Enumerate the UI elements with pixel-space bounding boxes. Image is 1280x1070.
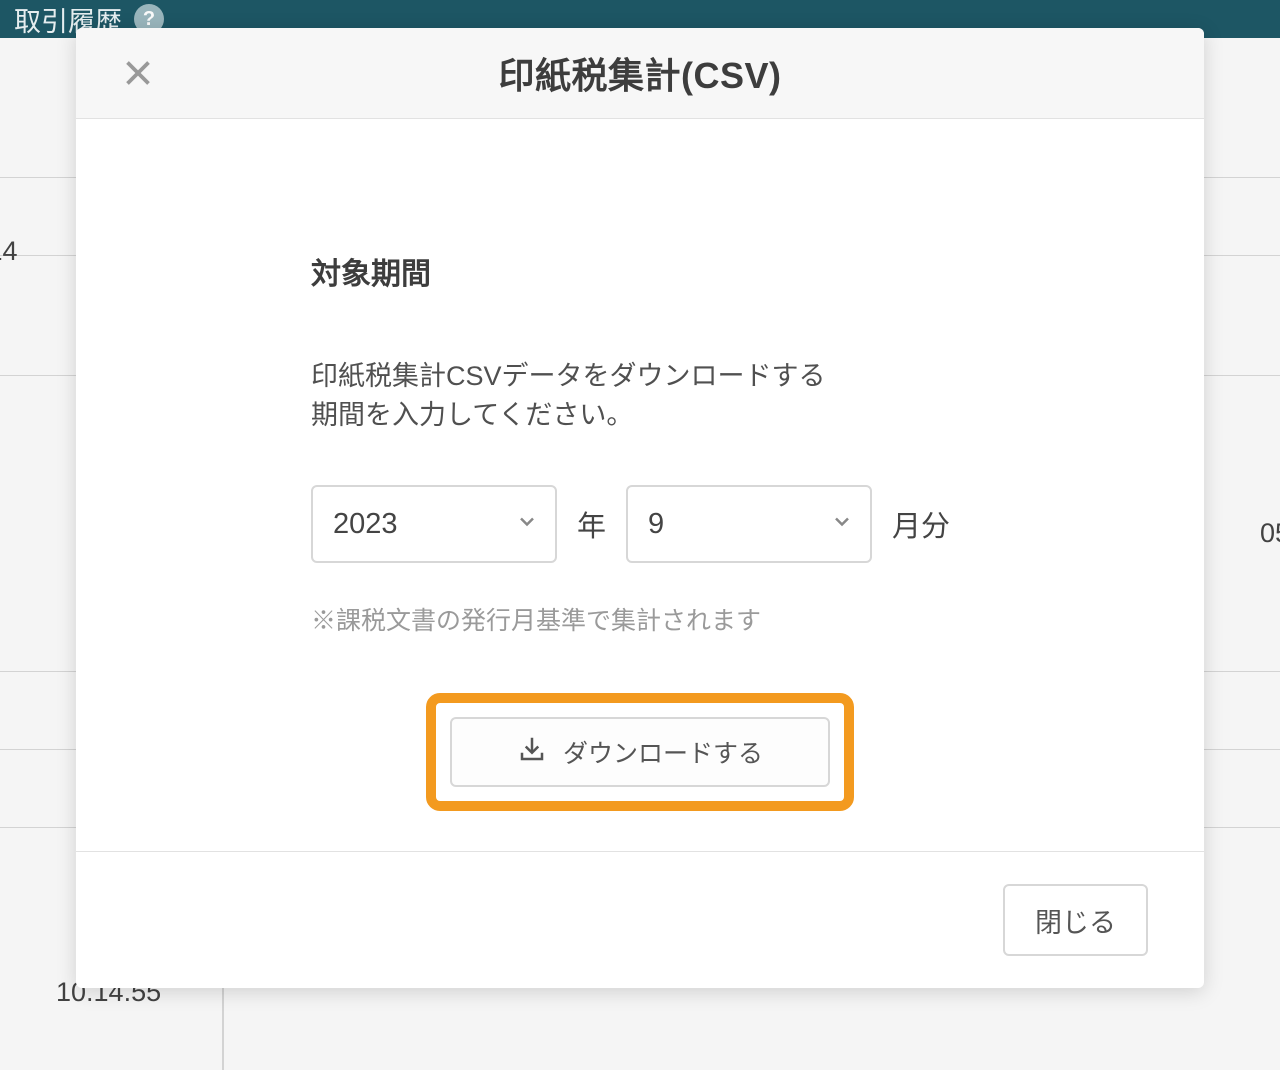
- modal-body: 対象期間 印紙税集計CSVデータをダウンロードする 期間を入力してください。 2…: [76, 119, 1204, 851]
- description: 印紙税集計CSVデータをダウンロードする 期間を入力してください。: [311, 357, 969, 435]
- period-selector-row: 2023 年 9: [311, 485, 969, 563]
- close-button[interactable]: 閉じる: [1003, 884, 1148, 956]
- modal-footer: 閉じる: [76, 851, 1204, 988]
- download-icon: [517, 734, 547, 771]
- modal-header: 印紙税集計(CSV): [76, 28, 1204, 119]
- csv-modal: 印紙税集計(CSV) 対象期間 印紙税集計CSVデータをダウンロードする 期間を…: [76, 28, 1204, 988]
- close-icon[interactable]: [114, 49, 162, 97]
- period-heading: 対象期間: [311, 249, 969, 293]
- aggregation-note: ※課税文書の発行月基準で集計されます: [311, 601, 969, 637]
- month-unit-label: 月分: [892, 503, 950, 545]
- modal-title: 印紙税集計(CSV): [499, 47, 782, 99]
- year-select[interactable]: 2023: [311, 485, 557, 563]
- download-button[interactable]: ダウンロードする: [450, 717, 830, 787]
- month-select[interactable]: 9: [626, 485, 872, 563]
- month-select-wrap: 9: [626, 485, 872, 563]
- year-unit-label: 年: [577, 503, 606, 545]
- modal-overlay: 印紙税集計(CSV) 対象期間 印紙税集計CSVデータをダウンロードする 期間を…: [0, 0, 1280, 1070]
- year-select-wrap: 2023: [311, 485, 557, 563]
- download-highlight-box: ダウンロードする: [426, 693, 854, 811]
